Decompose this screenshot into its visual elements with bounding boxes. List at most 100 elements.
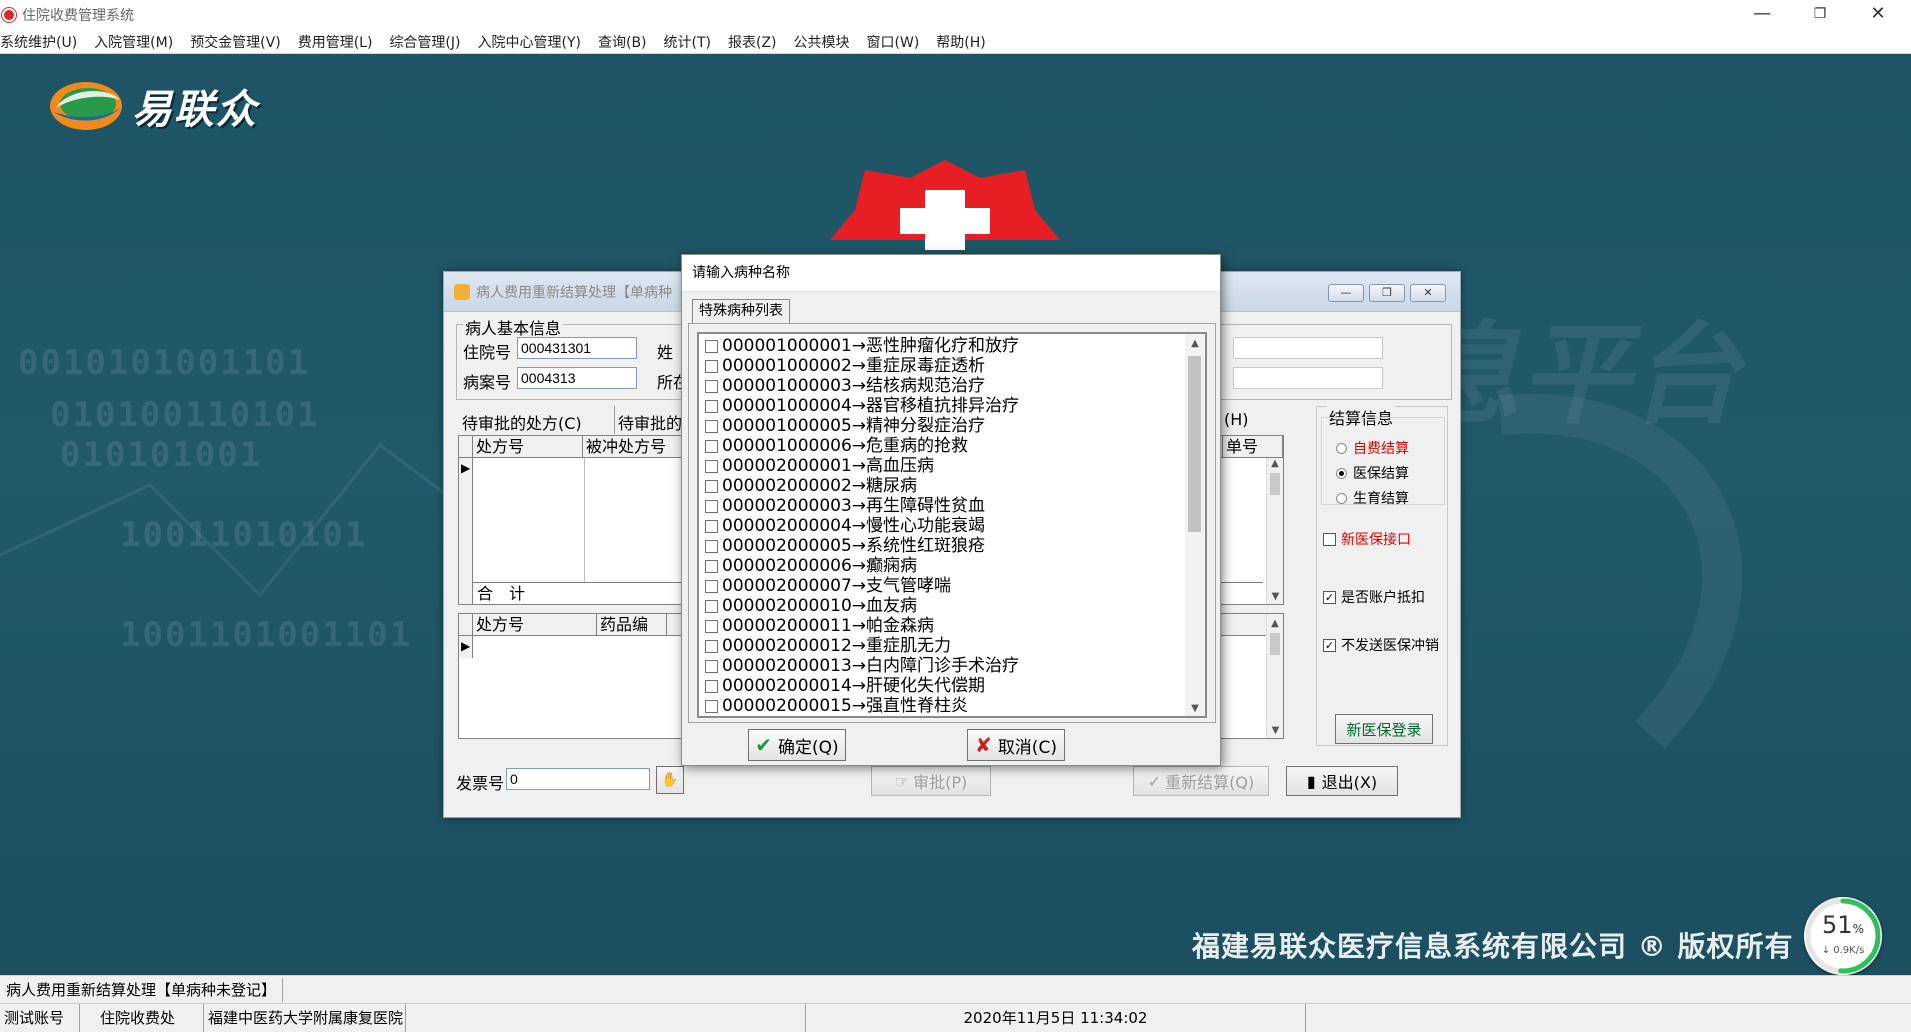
disease-checkbox[interactable] [705, 639, 718, 653]
scroll-up-icon[interactable]: ▲ [1267, 458, 1283, 469]
disease-item[interactable]: 000002000006→癫痫病 [705, 556, 1185, 576]
disease-item[interactable]: 000002000001→高血压病 [705, 456, 1185, 476]
account-deduct-checkbox[interactable]: ✓ 是否账户抵扣 [1323, 587, 1425, 607]
disease-checkbox[interactable] [705, 699, 718, 713]
invoice-field[interactable]: 0 [506, 768, 650, 790]
disease-checkbox[interactable] [705, 459, 718, 473]
disease-item[interactable]: 000001000006→危重病的抢救 [705, 436, 1185, 456]
scroll-up-icon[interactable]: ▲ [1185, 338, 1205, 349]
exit-button[interactable]: ▮ 退出(X) [1286, 766, 1398, 796]
scroll-thumb[interactable] [1270, 633, 1280, 655]
disease-checkbox[interactable] [705, 599, 718, 613]
disease-checkbox[interactable] [705, 479, 718, 493]
radio-maternity[interactable]: 生育结算 [1336, 488, 1409, 508]
new-insurance-interface-checkbox[interactable]: 新医保接口 [1323, 529, 1411, 549]
col-drug-code[interactable]: 药品编 [597, 614, 667, 635]
menu-prepayment[interactable]: 预交金管理(V) [190, 32, 290, 52]
menu-admission[interactable]: 入院管理(M) [94, 32, 182, 52]
menu-reports[interactable]: 报表(Z) [728, 32, 786, 52]
tab-pending-prescriptions[interactable]: 待审批的处方(C) [462, 410, 582, 434]
radio-circle[interactable] [1336, 442, 1347, 454]
col-receipt-no[interactable]: 单号 [1223, 436, 1283, 457]
menu-system[interactable]: 系统维护(U) [0, 32, 86, 52]
info-field[interactable] [1233, 367, 1383, 389]
radio-circle[interactable] [1336, 467, 1347, 479]
disease-item[interactable]: 000001000004→器官移植抗排异治疗 [705, 396, 1185, 416]
disease-item[interactable]: 000002000012→重症肌无力 [705, 636, 1185, 656]
cancel-button[interactable]: ✘ 取消(C) [967, 729, 1065, 761]
disease-item[interactable]: 000002000010→血友病 [705, 596, 1185, 616]
disease-checkbox[interactable] [705, 559, 718, 573]
col-prescription-no[interactable]: 处方号 [473, 614, 597, 635]
col-prescription-no[interactable]: 处方号 [473, 436, 583, 457]
dialog-title[interactable]: 请输入病种名称 [682, 255, 1220, 292]
disease-checkbox[interactable] [705, 379, 718, 393]
disease-checkbox[interactable] [705, 399, 718, 413]
inpatient-no-field[interactable]: 000431301 [517, 337, 637, 359]
disease-item[interactable]: 000001000001→恶性肿瘤化疗和放疗 [705, 336, 1185, 356]
tab-special-disease-list[interactable]: 特殊病种列表 [692, 299, 790, 324]
tab-pending-2[interactable]: 待审批的 [618, 410, 682, 434]
window-minimize-button[interactable]: — [1328, 284, 1364, 302]
window-maximize-button[interactable]: ❐ [1369, 284, 1405, 302]
menu-help[interactable]: 帮助(H) [936, 32, 994, 52]
disease-item[interactable]: 000001000002→重症尿毒症透析 [705, 356, 1185, 376]
disease-checkbox[interactable] [705, 419, 718, 433]
menu-fees[interactable]: 费用管理(L) [298, 32, 382, 52]
approve-button[interactable]: ☞ 审批(P) [871, 766, 991, 796]
disease-checkbox[interactable] [705, 679, 718, 693]
menu-query[interactable]: 查询(B) [598, 32, 656, 52]
disease-checkbox[interactable] [705, 519, 718, 533]
radio-circle[interactable] [1336, 492, 1347, 504]
scroll-down-icon[interactable]: ▼ [1185, 703, 1205, 714]
scroll-thumb[interactable] [1188, 356, 1201, 532]
scroll-thumb[interactable] [1270, 473, 1280, 495]
no-send-reversal-checkbox[interactable]: ✓ 不发送医保冲销 [1323, 635, 1439, 655]
radio-self-pay[interactable]: 自费结算 [1336, 438, 1409, 458]
disease-checkbox[interactable] [705, 499, 718, 513]
disease-checklist[interactable]: 000001000001→恶性肿瘤化疗和放疗 000001000002→重症尿毒症… [697, 332, 1207, 718]
disease-item[interactable]: 000002000003→再生障碍性贫血 [705, 496, 1185, 516]
disease-item[interactable]: 000002000002→糖尿病 [705, 476, 1185, 496]
disease-checkbox[interactable] [705, 359, 718, 373]
disease-checkbox[interactable] [705, 339, 718, 353]
ok-button[interactable]: ✔ 确定(Q) [748, 729, 846, 761]
menu-admission-center[interactable]: 入院中心管理(Y) [478, 32, 590, 52]
disease-item[interactable]: 000002000014→肝硬化失代偿期 [705, 676, 1185, 696]
network-gauge[interactable]: 51% ↓ 0.9K/s [1804, 897, 1882, 975]
scroll-up-icon[interactable]: ▲ [1267, 618, 1283, 629]
disease-item[interactable]: 000002000007→支气管哮喘 [705, 576, 1185, 596]
close-button[interactable]: ✕ [1849, 0, 1907, 30]
disease-item[interactable]: 000002000015→强直性脊柱炎 [705, 696, 1185, 716]
disease-checkbox[interactable] [705, 619, 718, 633]
checkmark-icon[interactable]: ✓ [1323, 638, 1336, 652]
info-field[interactable] [1233, 337, 1383, 359]
grid-scrollbar[interactable]: ▲ ▼ [1266, 458, 1283, 604]
restore-button[interactable]: ❐ [1791, 0, 1849, 30]
scroll-down-icon[interactable]: ▼ [1267, 591, 1284, 602]
new-insurance-login-button[interactable]: 新医保登录 [1335, 714, 1433, 744]
scroll-down-icon[interactable]: ▼ [1267, 725, 1284, 736]
grid-scrollbar[interactable]: ▲ ▼ [1266, 614, 1283, 738]
disease-checkbox[interactable] [705, 579, 718, 593]
resettle-button[interactable]: ✓ 重新结算(Q) [1133, 766, 1269, 796]
list-scrollbar[interactable]: ▲ ▼ [1185, 334, 1205, 716]
tab-h[interactable]: (H) [1224, 410, 1249, 429]
disease-item[interactable]: 000002000013→白内障门诊手术治疗 [705, 656, 1185, 676]
case-no-field[interactable]: 0004313 [517, 367, 637, 389]
disease-item[interactable]: 000002000011→帕金森病 [705, 616, 1185, 636]
menu-statistics[interactable]: 统计(T) [664, 32, 720, 52]
invoice-lookup-button[interactable]: ✋ [656, 766, 684, 794]
menu-window[interactable]: 窗口(W) [867, 32, 929, 52]
checkbox-box[interactable] [1323, 532, 1336, 546]
col-reversed-prescription-no[interactable]: 被冲处方号 [583, 436, 683, 457]
window-close-button[interactable]: ✕ [1410, 284, 1446, 302]
checkmark-icon[interactable]: ✓ [1323, 590, 1336, 604]
disease-item[interactable]: 000001000003→结核病规范治疗 [705, 376, 1185, 396]
disease-checkbox[interactable] [705, 439, 718, 453]
disease-item[interactable]: 000002000005→系统性红斑狼疮 [705, 536, 1185, 556]
active-task-tab[interactable]: 病人费用重新结算处理【单病种未登记】 [0, 978, 284, 1002]
disease-item[interactable]: 000002000004→慢性心功能衰竭 [705, 516, 1185, 536]
disease-checkbox[interactable] [705, 659, 718, 673]
minimize-button[interactable]: — [1733, 0, 1791, 30]
